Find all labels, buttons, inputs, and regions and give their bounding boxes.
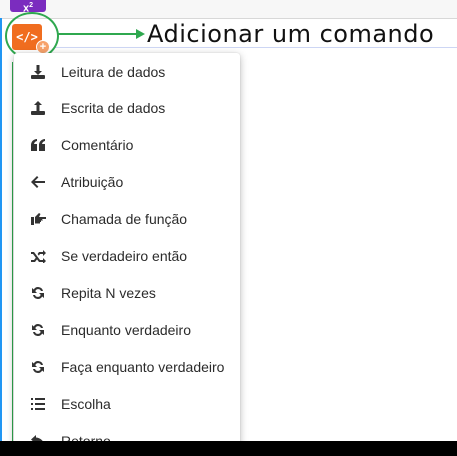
menu-item-label: Leitura de dados bbox=[61, 64, 166, 80]
menu-item-faca-enquanto[interactable]: Faça enquanto verdadeiro bbox=[14, 352, 240, 382]
hand-pointer-icon bbox=[30, 211, 46, 227]
upload-icon bbox=[30, 100, 46, 116]
sync-icon bbox=[30, 322, 46, 338]
power-exp: 2 bbox=[29, 2, 34, 9]
menu-item-escolha[interactable]: Escolha bbox=[14, 389, 240, 419]
top-toolbar bbox=[0, 0, 457, 19]
arrow-left-icon bbox=[30, 174, 46, 190]
menu-item-leitura[interactable]: Leitura de dados bbox=[14, 57, 240, 87]
menu-item-se[interactable]: Se verdadeiro então bbox=[14, 241, 240, 271]
menu-item-label: Chamada de função bbox=[61, 211, 188, 227]
quote-icon bbox=[30, 137, 46, 153]
command-menu: Leitura de dados Escrita de dados Coment… bbox=[14, 53, 240, 456]
menu-item-label: Comentário bbox=[61, 137, 134, 153]
sync-icon bbox=[30, 285, 46, 301]
sync-icon bbox=[30, 359, 46, 375]
menu-item-label: Enquanto verdadeiro bbox=[61, 322, 191, 338]
menu-item-enquanto[interactable]: Enquanto verdadeiro bbox=[14, 315, 240, 345]
menu-item-label: Escrita de dados bbox=[61, 100, 166, 116]
menu-item-label: Faça enquanto verdadeiro bbox=[61, 359, 225, 375]
menu-item-label: Escolha bbox=[61, 396, 111, 412]
menu-item-label: Se verdadeiro então bbox=[61, 248, 188, 264]
shuffle-icon bbox=[30, 248, 46, 264]
editor-left-border bbox=[0, 18, 2, 456]
block-guide-line bbox=[12, 62, 13, 442]
download-icon bbox=[30, 64, 46, 80]
menu-item-label: Atribuição bbox=[61, 174, 124, 190]
list-icon bbox=[30, 396, 46, 412]
menu-item-chamada[interactable]: Chamada de função bbox=[14, 204, 240, 234]
annotation-arrow-line bbox=[58, 33, 138, 35]
menu-item-repita[interactable]: Repita N vezes bbox=[14, 278, 240, 308]
power-button[interactable]: x2 bbox=[10, 0, 46, 15]
menu-item-atribuicao[interactable]: Atribuição bbox=[14, 167, 240, 197]
annotation-arrowhead-icon bbox=[136, 29, 145, 39]
menu-item-comentario[interactable]: Comentário bbox=[14, 130, 240, 160]
bottom-bar bbox=[0, 441, 457, 456]
annotation-label: Adicionar um comando bbox=[147, 20, 435, 48]
menu-item-label: Repita N vezes bbox=[61, 285, 156, 301]
menu-item-escrita[interactable]: Escrita de dados bbox=[14, 93, 240, 123]
